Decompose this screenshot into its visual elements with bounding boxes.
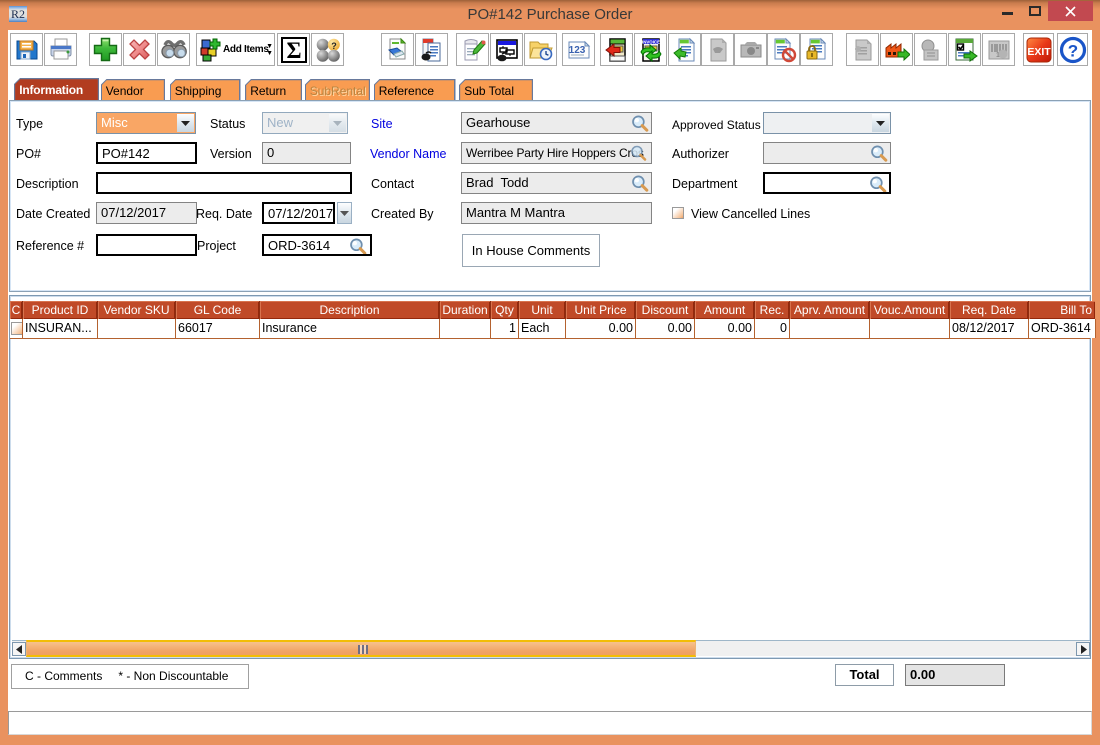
svg-text:EXIT: EXIT xyxy=(1027,46,1051,58)
svg-text:Σ: Σ xyxy=(286,38,301,63)
svg-text:?: ? xyxy=(331,41,337,51)
svg-text:?: ? xyxy=(1067,41,1077,60)
svg-text:INVOICE: INVOICE xyxy=(641,39,659,44)
svg-text:123: 123 xyxy=(568,45,585,56)
